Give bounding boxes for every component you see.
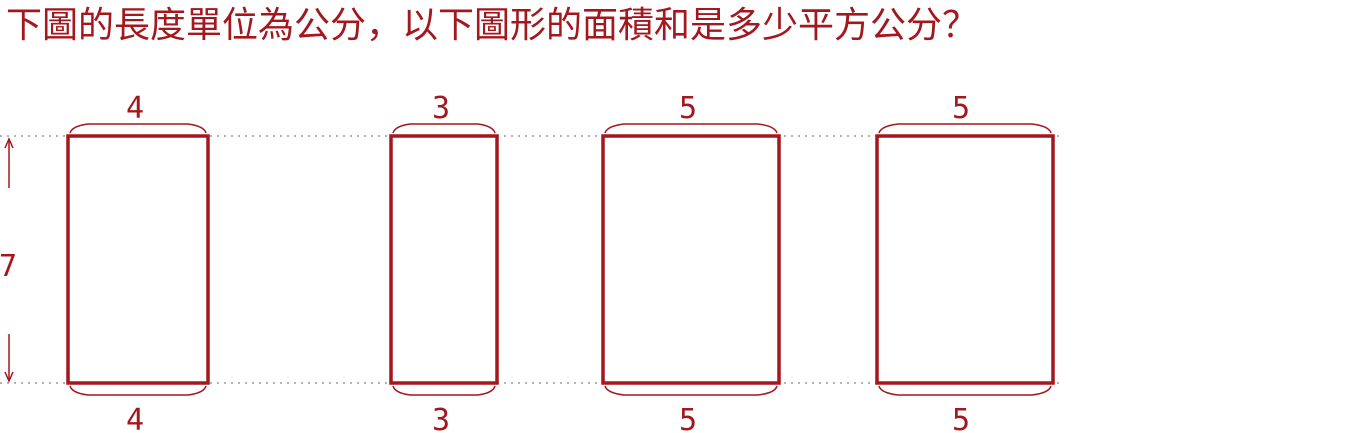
height-dimension: 7 <box>0 137 17 383</box>
rectangle-1: 4 4 <box>66 91 210 433</box>
rectangle-2-shape <box>389 134 499 385</box>
rectangle-2: 3 3 <box>389 91 499 433</box>
rectangle-1-top-label: 4 <box>126 91 144 126</box>
rectangle-3-bottom-brace <box>604 385 778 396</box>
rectangle-4: 5 5 <box>875 91 1055 433</box>
rectangle-4-shape <box>875 134 1055 385</box>
rectangle-1-bottom-label: 4 <box>126 403 144 433</box>
rectangle-4-top-label: 5 <box>952 91 970 126</box>
rectangle-3-shape <box>601 134 781 385</box>
rectangle-3-top-label: 5 <box>679 91 697 126</box>
height-label: 7 <box>0 249 17 284</box>
rectangle-2-bottom-label: 3 <box>432 403 450 433</box>
rectangle-1-bottom-brace <box>69 385 207 396</box>
rectangle-4-bottom-label: 5 <box>952 403 970 433</box>
rectangle-2-top-label: 3 <box>432 91 450 126</box>
rectangles-diagram: 7 4 4 3 3 5 5 5 5 <box>0 91 1060 433</box>
rectangle-3: 5 5 <box>601 91 781 433</box>
rectangle-1-shape <box>66 134 210 385</box>
rectangle-4-bottom-brace <box>878 385 1052 396</box>
rectangle-3-bottom-label: 5 <box>679 403 697 433</box>
rectangle-2-bottom-brace <box>392 385 496 396</box>
